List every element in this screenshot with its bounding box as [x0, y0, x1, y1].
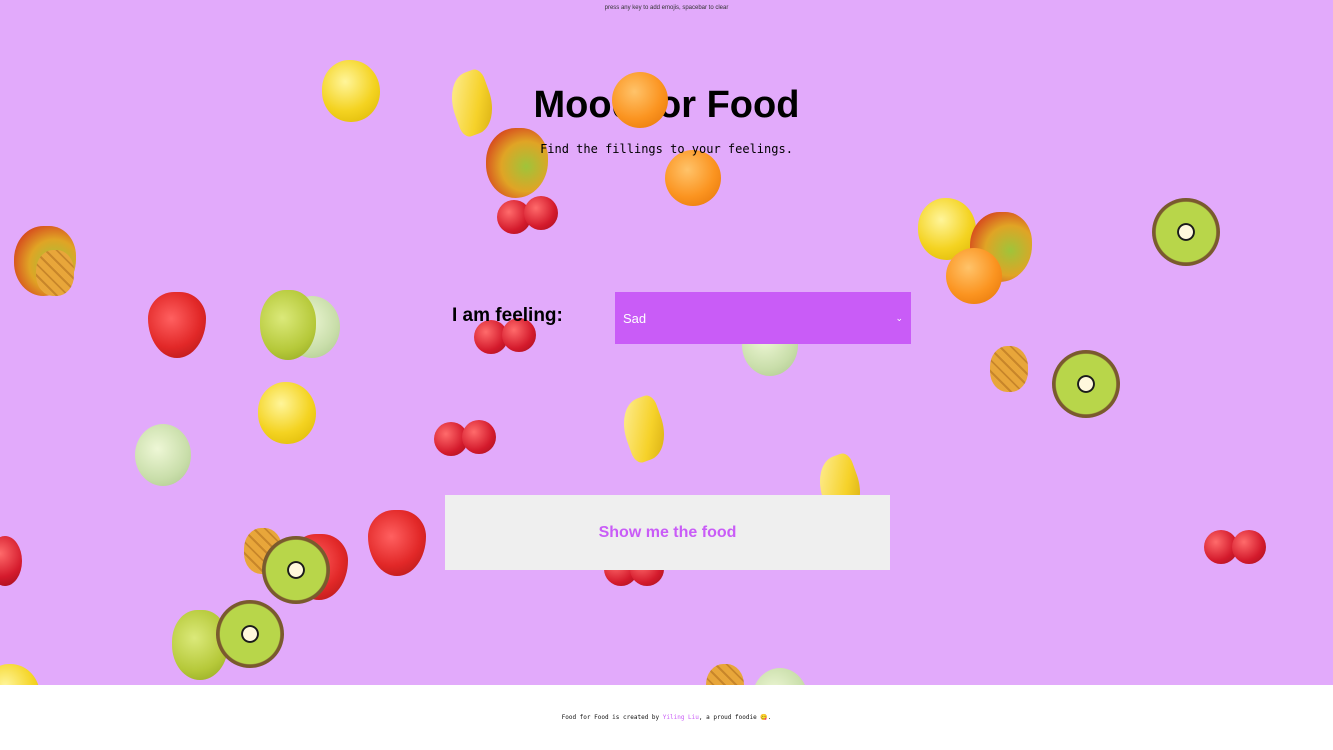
cherry-emoji	[462, 420, 496, 454]
emoji-canvas[interactable]: press any key to add emojis, spacebar to…	[0, 0, 1333, 685]
strawberry-emoji	[148, 292, 206, 358]
orange-emoji	[665, 150, 721, 206]
footer-suffix: , a proud foodie 😋.	[698, 714, 772, 721]
show-food-button[interactable]: Show me the food	[445, 495, 890, 570]
keyboard-hint: press any key to add emojis, spacebar to…	[604, 5, 729, 11]
orange-emoji	[946, 248, 1002, 304]
cherry-emoji	[0, 536, 22, 586]
cherry-emoji	[524, 196, 558, 230]
mood-select-value: Sad	[623, 310, 647, 326]
page-subtitle: Find the fillings to your feelings.	[540, 142, 793, 156]
cherry-emoji	[1232, 530, 1266, 564]
feeling-label: I am feeling:	[452, 305, 563, 326]
melon-emoji	[752, 668, 808, 685]
mango-emoji	[486, 128, 548, 198]
pear-emoji	[260, 290, 316, 360]
banana-emoji	[614, 393, 674, 465]
lemon-emoji	[258, 382, 316, 444]
lemon-emoji	[0, 664, 40, 685]
footer-prefix: Food for Food is created by	[561, 714, 663, 721]
kiwi-emoji	[262, 536, 330, 604]
pineapple-emoji	[990, 346, 1028, 392]
strawberry-emoji	[368, 510, 426, 576]
chevron-down-icon: ⌄	[895, 312, 903, 323]
author-link[interactable]: Yiling Liu	[663, 714, 699, 721]
footer: Food for Food is created by Yiling Liu, …	[0, 685, 1333, 750]
footer-credit: Food for Food is created by Yiling Liu, …	[0, 714, 1333, 721]
orange-emoji	[612, 72, 668, 128]
kiwi-emoji	[1052, 350, 1120, 418]
kiwi-emoji	[1152, 198, 1220, 266]
melon-emoji	[135, 424, 191, 486]
pineapple-emoji	[36, 250, 74, 296]
mood-select[interactable]: Sad ⌄	[615, 292, 911, 344]
kiwi-emoji	[216, 600, 284, 668]
pineapple-emoji	[706, 664, 744, 685]
